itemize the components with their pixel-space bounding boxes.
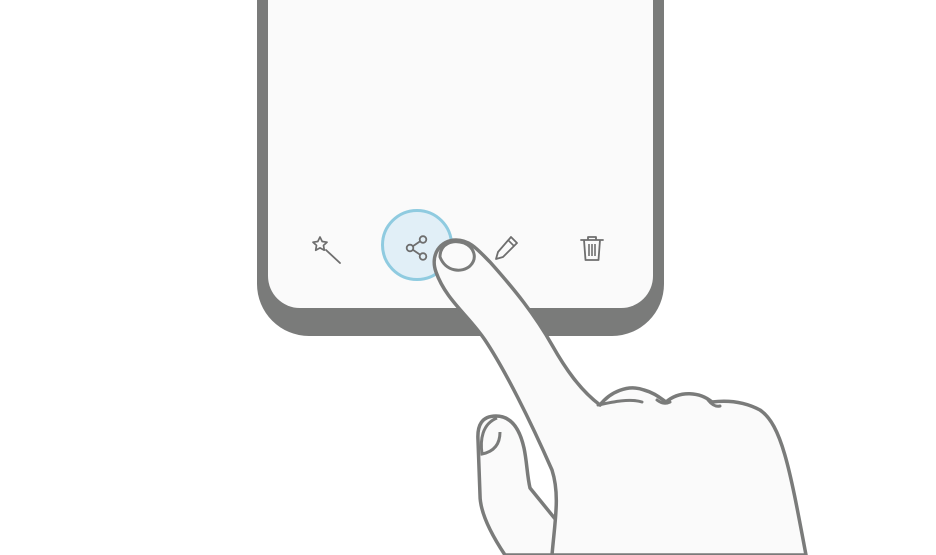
illustration-stage bbox=[0, 0, 936, 555]
pencil-icon bbox=[495, 236, 518, 260]
share-button[interactable] bbox=[395, 226, 439, 270]
share-icon bbox=[405, 235, 428, 261]
trash-icon bbox=[580, 236, 604, 261]
delete-button[interactable] bbox=[570, 226, 614, 270]
edit-button[interactable] bbox=[484, 226, 528, 270]
magic-wand-icon bbox=[312, 236, 341, 264]
magic-wand-button[interactable] bbox=[306, 226, 350, 270]
